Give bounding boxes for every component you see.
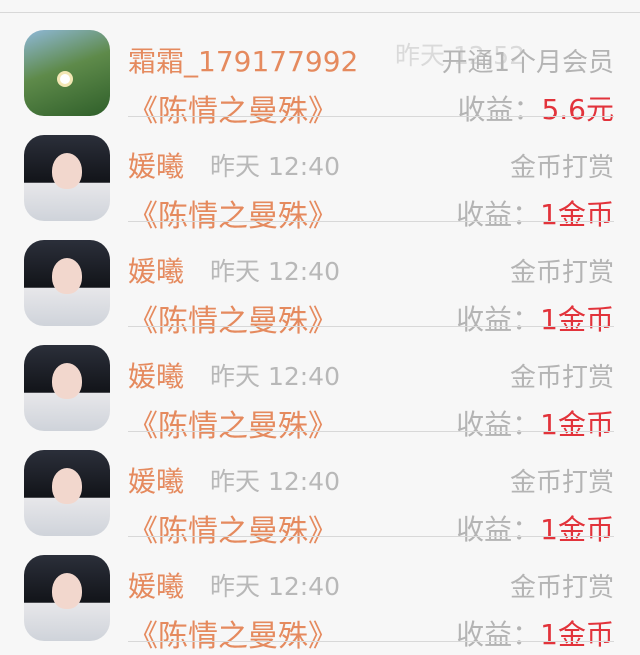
avatar[interactable] xyxy=(24,240,110,326)
income-type: 金币打赏 xyxy=(509,258,614,288)
user-name[interactable]: 霜霜_179177992 xyxy=(128,40,358,80)
user-name[interactable]: 媛曦 xyxy=(128,355,184,395)
income-amount: 收益：1金币 xyxy=(456,613,614,653)
user-name[interactable]: 媛曦 xyxy=(128,565,184,605)
user-name[interactable]: 媛曦 xyxy=(128,145,184,185)
income-list-item[interactable]: 媛曦 昨天 12:40 金币打赏 《陈情之曼殊》 收益：1金币 xyxy=(0,222,640,339)
avatar[interactable] xyxy=(24,555,110,641)
income-type: 金币打赏 xyxy=(509,468,614,498)
income-value: 1金币 xyxy=(540,618,614,651)
income-label: 收益： xyxy=(456,618,541,651)
income-list-item[interactable]: 媛曦 昨天 12:40 金币打赏 《陈情之曼殊》 收益：1金币 xyxy=(0,117,640,234)
income-type: 金币打赏 xyxy=(509,363,614,393)
income-list-item[interactable]: 霜霜_179177992 开通1个月会员 昨天 12:52 《陈情之曼殊》 收益… xyxy=(0,12,640,129)
user-name[interactable]: 媛曦 xyxy=(128,460,184,500)
timestamp: 昨天 12:40 xyxy=(210,257,340,286)
timestamp: 昨天 12:40 xyxy=(210,362,340,391)
user-name[interactable]: 媛曦 xyxy=(128,250,184,290)
timestamp: 昨天 12:40 xyxy=(210,467,340,496)
income-type: 金币打赏 xyxy=(509,573,614,603)
avatar[interactable] xyxy=(24,30,110,116)
income-list-item[interactable]: 媛曦 昨天 12:40 金币打赏 《陈情之曼殊》 收益：1金币 xyxy=(0,537,640,654)
avatar[interactable] xyxy=(24,450,110,536)
book-title[interactable]: 《陈情之曼殊》 xyxy=(128,611,338,655)
income-list-item[interactable]: 媛曦 昨天 12:40 金币打赏 《陈情之曼殊》 收益：1金币 xyxy=(0,327,640,444)
avatar[interactable] xyxy=(24,345,110,431)
income-type: 金币打赏 xyxy=(509,153,614,183)
income-list-item[interactable]: 媛曦 昨天 12:40 金币打赏 《陈情之曼殊》 收益：1金币 xyxy=(0,432,640,549)
timestamp: 昨天 12:40 xyxy=(210,572,340,601)
timestamp: 昨天 12:40 xyxy=(210,152,340,181)
timestamp: 昨天 12:52 xyxy=(395,41,525,70)
row-divider xyxy=(128,641,614,642)
avatar[interactable] xyxy=(24,135,110,221)
